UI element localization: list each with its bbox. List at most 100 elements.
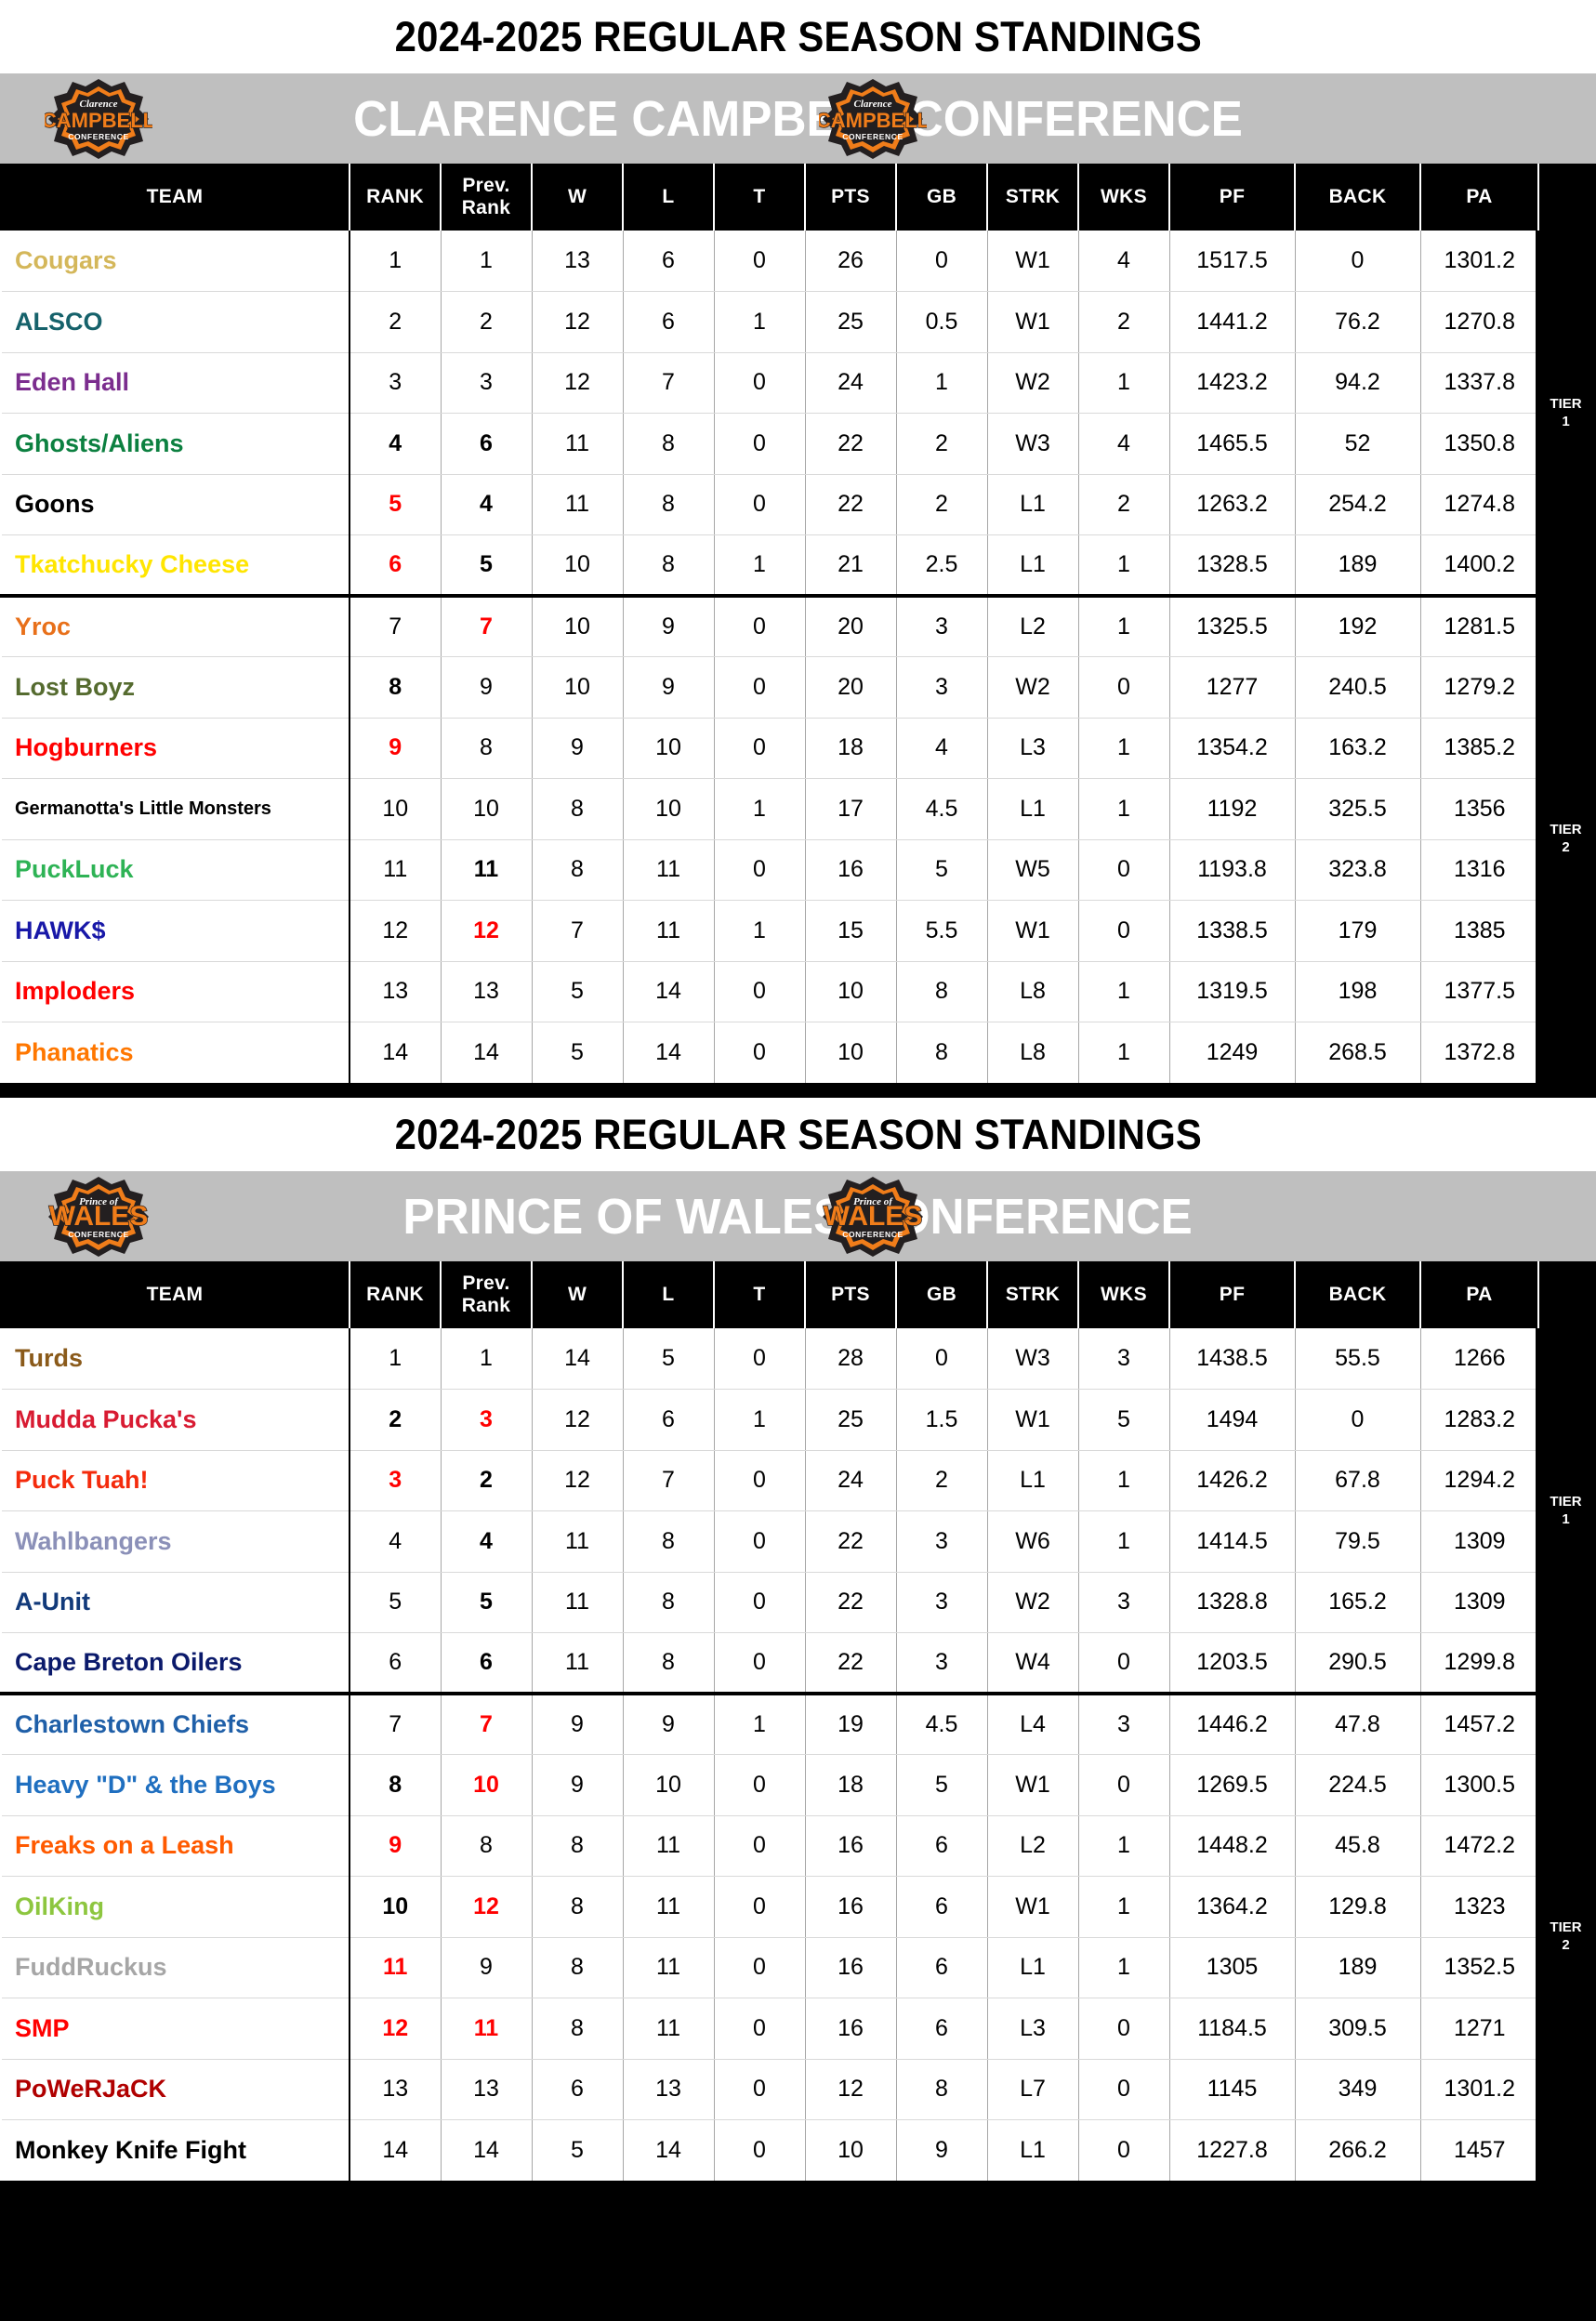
table-row: Turds 1 1 14 5 0 28 0 W3 3 1438.5 55.5 1… bbox=[0, 1328, 1538, 1390]
table-row: Germanotta's Little Monsters 10 10 8 10 … bbox=[0, 778, 1538, 840]
rank-cell: 6 bbox=[349, 1632, 441, 1695]
streak-cell: W2 bbox=[986, 352, 1078, 414]
table-row: Charlestown Chiefs 7 7 9 9 1 19 4.5 L4 3… bbox=[0, 1694, 1538, 1755]
team-name-cell: Lost Boyz bbox=[0, 656, 350, 719]
streak-cell: L4 bbox=[986, 1694, 1078, 1755]
points-cell: 16 bbox=[804, 839, 896, 901]
ties-cell: 0 bbox=[713, 1450, 805, 1511]
table-row: FuddRuckus 11 9 8 11 0 16 6 L1 1 1305 18… bbox=[0, 1937, 1538, 1998]
table-row: Ghosts/Aliens 4 6 11 8 0 22 2 W3 4 1465.… bbox=[0, 413, 1538, 475]
rank-cell: 3 bbox=[349, 1450, 441, 1511]
prev-rank-cell: 9 bbox=[440, 1937, 532, 1998]
back-cell: 192 bbox=[1294, 596, 1420, 657]
streak-cell: L3 bbox=[986, 718, 1078, 779]
svg-text:CONFERENCE: CONFERENCE bbox=[68, 132, 129, 141]
points-against-cell: 1301.2 bbox=[1419, 2059, 1538, 2120]
wins-cell: 14 bbox=[531, 1328, 623, 1390]
conference-block-prince-of-wales: 2024-2025 REGULAR SEASON STANDINGS Princ… bbox=[0, 1098, 1596, 2190]
table-row: Cougars 1 1 13 6 0 26 0 W1 4 1517.5 0 13… bbox=[0, 231, 1538, 292]
losses-cell: 7 bbox=[622, 352, 714, 414]
team-name-cell: Tkatchucky Cheese bbox=[0, 534, 350, 598]
points-for-cell: 1328.5 bbox=[1168, 534, 1295, 598]
col-header-l: L bbox=[622, 1261, 715, 1328]
team-name-cell: PuckLuck bbox=[0, 839, 350, 901]
games-back-cell: 8 bbox=[895, 961, 987, 1022]
streak-cell: L1 bbox=[986, 2119, 1078, 2181]
rank-cell: 13 bbox=[349, 961, 441, 1022]
back-cell: 254.2 bbox=[1294, 474, 1420, 535]
losses-cell: 14 bbox=[622, 1022, 714, 1083]
points-cell: 22 bbox=[804, 413, 896, 475]
streak-cell: W1 bbox=[986, 1876, 1078, 1938]
weeks-cell: 0 bbox=[1077, 1998, 1169, 2060]
points-cell: 20 bbox=[804, 596, 896, 657]
wins-cell: 8 bbox=[531, 1937, 623, 1998]
wins-cell: 12 bbox=[531, 1450, 623, 1511]
col-header-gb: GB bbox=[895, 1261, 988, 1328]
weeks-cell: 1 bbox=[1077, 778, 1169, 840]
wins-cell: 8 bbox=[531, 1876, 623, 1938]
streak-cell: L8 bbox=[986, 961, 1078, 1022]
points-for-cell: 1203.5 bbox=[1168, 1632, 1295, 1695]
weeks-cell: 1 bbox=[1077, 1937, 1169, 1998]
table-header: TEAM RANK Prev. Rank W L T PTS GB STRK WK… bbox=[1, 1261, 1539, 1328]
team-name-cell: Yroc bbox=[0, 596, 350, 657]
weeks-cell: 3 bbox=[1077, 1694, 1169, 1755]
conference-name: PRINCE OF WALES CONFERENCE bbox=[402, 1188, 1194, 1245]
points-cell: 15 bbox=[804, 900, 896, 962]
table-row: Heavy "D" & the Boys 8 10 9 10 0 18 5 W1… bbox=[0, 1754, 1538, 1816]
streak-cell: W1 bbox=[986, 291, 1078, 353]
prev-rank-cell: 3 bbox=[440, 352, 532, 414]
points-cell: 20 bbox=[804, 656, 896, 719]
standings-table: TEAM RANK Prev. Rank W L T PTS GB STRK WK… bbox=[0, 164, 1539, 1083]
back-cell: 189 bbox=[1294, 1937, 1420, 1998]
streak-cell: W1 bbox=[986, 231, 1078, 292]
team-name-cell: HAWK$ bbox=[0, 900, 350, 962]
points-against-cell: 1281.5 bbox=[1419, 596, 1538, 657]
prev-rank-cell: 3 bbox=[440, 1389, 532, 1451]
games-back-cell: 0 bbox=[895, 1328, 987, 1390]
streak-cell: L3 bbox=[986, 1998, 1078, 2060]
table-row: SMP 12 11 8 11 0 16 6 L3 0 1184.5 309.5 … bbox=[0, 1998, 1538, 2060]
ties-cell: 0 bbox=[713, 352, 805, 414]
points-against-cell: 1274.8 bbox=[1419, 474, 1538, 535]
games-back-cell: 4.5 bbox=[895, 1694, 987, 1755]
table-row: Eden Hall 3 3 12 7 0 24 1 W2 1 1423.2 94… bbox=[0, 352, 1538, 414]
wins-cell: 9 bbox=[531, 1694, 623, 1755]
svg-text:CONFERENCE: CONFERENCE bbox=[68, 1230, 129, 1239]
losses-cell: 5 bbox=[622, 1328, 714, 1390]
ties-cell: 0 bbox=[713, 1876, 805, 1938]
weeks-cell: 5 bbox=[1077, 1389, 1169, 1451]
losses-cell: 8 bbox=[622, 1572, 714, 1633]
svg-text:CAMPBELL: CAMPBELL bbox=[45, 109, 152, 132]
table-row: PoWeRJaCK 13 13 6 13 0 12 8 L7 0 1145 34… bbox=[0, 2059, 1538, 2120]
losses-cell: 8 bbox=[622, 1510, 714, 1573]
ties-cell: 1 bbox=[713, 1694, 805, 1755]
points-cell: 21 bbox=[804, 534, 896, 598]
points-cell: 24 bbox=[804, 1450, 896, 1511]
col-header-strk: STRK bbox=[986, 1261, 1079, 1328]
col-header-pts: PTS bbox=[804, 1261, 897, 1328]
rank-cell: 11 bbox=[349, 1937, 441, 1998]
rank-cell: 4 bbox=[349, 413, 441, 475]
ties-cell: 0 bbox=[713, 1937, 805, 1998]
points-cell: 10 bbox=[804, 961, 896, 1022]
col-header-t: T bbox=[713, 1261, 806, 1328]
prev-rank-cell: 4 bbox=[440, 474, 532, 535]
col-header-w: W bbox=[531, 1261, 624, 1328]
back-cell: 268.5 bbox=[1294, 1022, 1420, 1083]
rank-cell: 13 bbox=[349, 2059, 441, 2120]
points-cell: 16 bbox=[804, 1998, 896, 2060]
prev-rank-cell: 9 bbox=[440, 656, 532, 719]
streak-cell: W2 bbox=[986, 656, 1078, 719]
games-back-cell: 3 bbox=[895, 596, 987, 657]
wins-cell: 8 bbox=[531, 1998, 623, 2060]
streak-cell: W3 bbox=[986, 1328, 1078, 1390]
col-header-back: BACK bbox=[1294, 164, 1421, 231]
table-body: Turds 1 1 14 5 0 28 0 W3 3 1438.5 55.5 1… bbox=[0, 1328, 1538, 2181]
points-against-cell: 1294.2 bbox=[1419, 1450, 1538, 1511]
streak-cell: L2 bbox=[986, 1815, 1078, 1877]
col-header-strk: STRK bbox=[986, 164, 1079, 231]
streak-cell: W4 bbox=[986, 1632, 1078, 1695]
wins-cell: 12 bbox=[531, 291, 623, 353]
